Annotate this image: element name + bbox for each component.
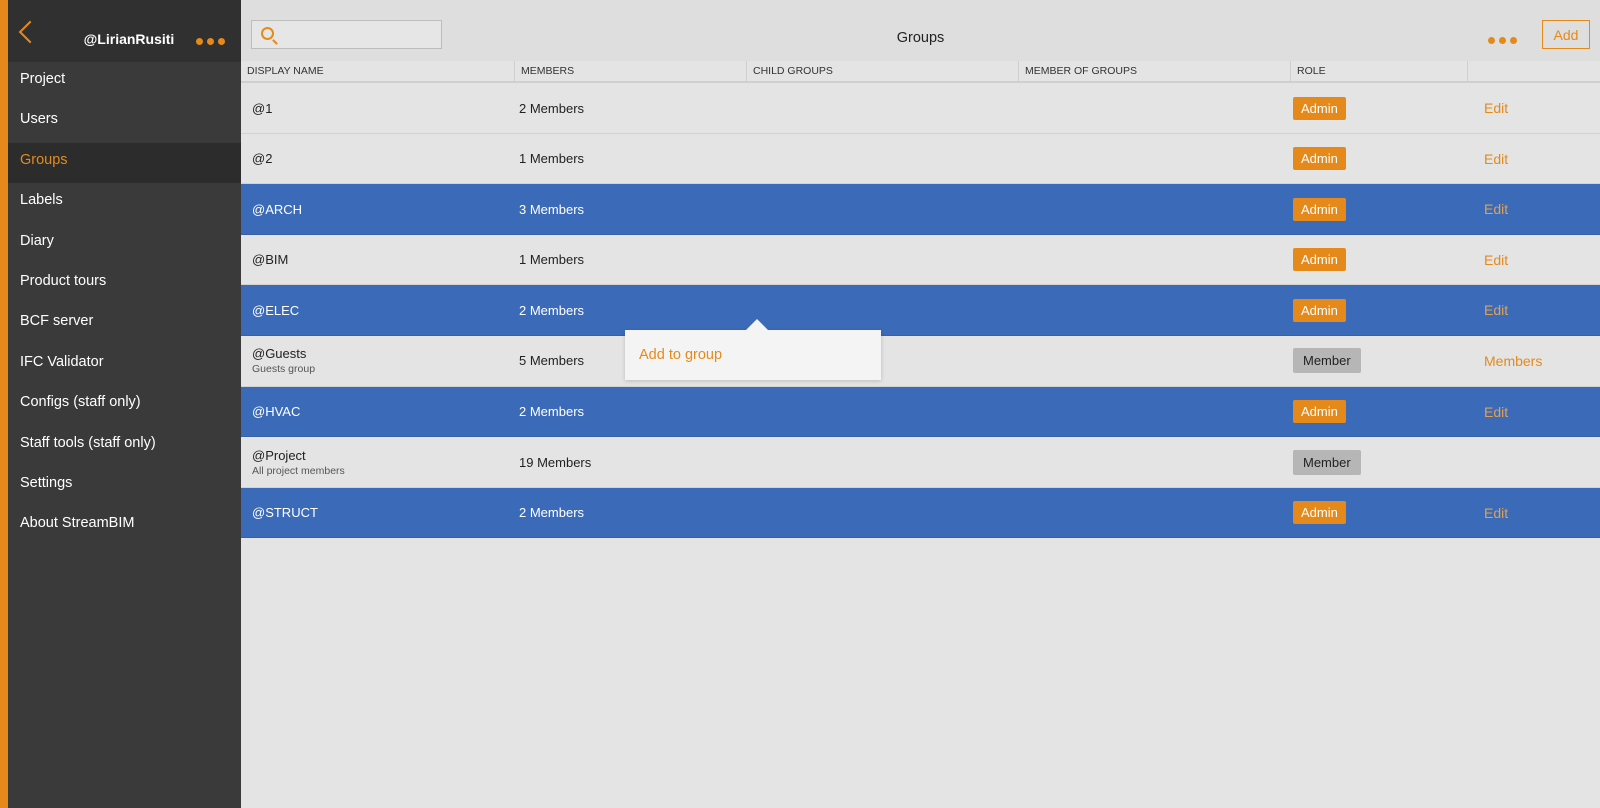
role-badge: Admin xyxy=(1293,147,1346,171)
column-header-child-groups[interactable]: CHILD GROUPS xyxy=(747,61,1019,81)
table-row[interactable]: @Project All project members 19 Members Mem… xyxy=(241,437,1600,488)
group-name-cell: @HVAC xyxy=(252,387,300,437)
more-options-icon[interactable] xyxy=(1488,37,1517,44)
sidebar-item-groups[interactable]: Groups xyxy=(8,142,241,184)
role-cell: Member xyxy=(1293,336,1361,386)
sidebar-item-project[interactable]: Project xyxy=(8,62,241,102)
group-name-cell: @Project All project members xyxy=(252,437,345,487)
edit-link[interactable]: Edit xyxy=(1484,387,1508,437)
context-popover: Add to group xyxy=(625,319,881,380)
role-badge: Member xyxy=(1293,449,1361,475)
sidebar-item-product-tours[interactable]: Product tours xyxy=(8,264,241,304)
role-cell: Admin xyxy=(1293,488,1346,538)
back-arrow-icon[interactable] xyxy=(18,20,42,44)
table-row[interactable]: @Guests Guests group 5 Members Member Member… xyxy=(241,335,1600,387)
role-badge: Admin xyxy=(1293,298,1346,322)
column-header-members[interactable]: MEMBERS xyxy=(515,61,747,81)
group-name: @STRUCT xyxy=(252,505,318,521)
members-count: 2 Members xyxy=(519,100,585,116)
edit-link[interactable]: Edit xyxy=(1484,285,1508,335)
group-name: @BIM xyxy=(252,252,289,268)
add-to-group-menu-item[interactable]: Add to group xyxy=(639,330,722,380)
role-badge: Admin xyxy=(1293,501,1346,525)
group-name: @ELEC xyxy=(252,302,300,318)
group-name-cell: @ARCH xyxy=(252,184,302,234)
edit-link[interactable]: Edit xyxy=(1484,184,1508,234)
page-title: Groups xyxy=(896,30,945,46)
sidebar-item-ifc-validator[interactable]: IFC Validator xyxy=(8,345,241,385)
role-cell: Admin xyxy=(1293,83,1346,133)
members-count: 3 Members xyxy=(519,201,585,217)
group-name-cell: @ELEC xyxy=(252,285,299,335)
edit-link[interactable]: Edit xyxy=(1484,134,1508,184)
sidebar-item-labels[interactable]: Labels xyxy=(8,183,241,223)
role-cell: Admin xyxy=(1293,134,1346,184)
group-name: @2 xyxy=(252,151,273,167)
table-row[interactable]: @ARCH 3 Members Admin Edit xyxy=(241,184,1600,235)
members-count: 19 Members xyxy=(519,454,592,470)
group-name: @Project xyxy=(252,447,306,463)
sidebar-item-settings[interactable]: Settings xyxy=(8,466,241,506)
group-name: @Guests xyxy=(252,346,307,362)
sidebar-item-staff-tools-staff-only[interactable]: Staff tools (staff only) xyxy=(8,426,241,466)
group-name-cell: @2 xyxy=(252,134,272,184)
edit-link[interactable]: Edit xyxy=(1484,488,1508,538)
group-description: Guests group xyxy=(252,363,316,376)
sidebar-item-diary[interactable]: Diary xyxy=(8,224,241,264)
members-count: 2 Members xyxy=(519,505,585,521)
role-badge: Admin xyxy=(1293,197,1346,221)
group-description: All project members xyxy=(252,464,345,477)
role-badge: Admin xyxy=(1293,400,1346,424)
members-link[interactable]: Members xyxy=(1484,336,1542,386)
column-header-display-name[interactable]: DISPLAY NAME xyxy=(241,61,515,81)
more-options-icon[interactable] xyxy=(196,38,225,45)
user-name: @LirianRusiti xyxy=(83,31,175,47)
group-name-cell: @1 xyxy=(252,83,272,133)
members-count: 1 Members xyxy=(519,151,585,167)
members-count: 1 Members xyxy=(519,252,585,268)
table-header: DISPLAY NAME MEMBERS CHILD GROUPS MEMBER… xyxy=(241,61,1600,83)
sidebar-nav: Project Users Groups Labels Diary Product tou… xyxy=(8,62,241,547)
members-count: 5 Members xyxy=(519,353,585,369)
sidebar-item-configs-staff-only[interactable]: Configs (staff only) xyxy=(8,385,241,425)
group-name: @1 xyxy=(252,100,273,116)
group-name: @ARCH xyxy=(252,201,303,217)
role-cell: Member xyxy=(1293,437,1361,487)
members-count: 2 Members xyxy=(519,404,585,420)
column-header-actions xyxy=(1468,61,1600,81)
table-row[interactable]: @HVAC 2 Members Admin Edit xyxy=(241,386,1600,438)
sidebar-item-bcf-server[interactable]: BCF server xyxy=(8,304,241,344)
edit-link[interactable]: Edit xyxy=(1484,83,1508,133)
sidebar-header: @LirianRusiti xyxy=(8,0,241,62)
groups-table: @1 2 Members Admin Edit @2 1 Members Admin Edit… xyxy=(241,83,1600,539)
role-cell: Admin xyxy=(1293,285,1346,335)
edit-link[interactable]: Edit xyxy=(1484,235,1508,285)
role-cell: Admin xyxy=(1293,184,1346,234)
column-header-member-of-groups[interactable]: MEMBER OF GROUPS xyxy=(1019,61,1291,81)
group-name-cell: @BIM xyxy=(252,235,288,285)
top-bar: Groups Add xyxy=(241,0,1600,61)
sidebar: @LirianRusiti Project Users Groups Labels Di… xyxy=(0,0,241,808)
table-row[interactable]: @ELEC 2 Members Admin Edit xyxy=(241,285,1600,336)
group-name-cell: @STRUCT xyxy=(252,488,318,538)
role-badge: Admin xyxy=(1293,248,1346,272)
column-header-role[interactable]: ROLE xyxy=(1291,61,1468,81)
role-cell: Admin xyxy=(1293,235,1346,285)
members-count: 2 Members xyxy=(519,302,585,318)
table-row[interactable]: @STRUCT 2 Members Admin Edit xyxy=(241,487,1600,539)
group-name-cell: @Guests Guests group xyxy=(252,336,315,386)
role-badge: Admin xyxy=(1293,96,1346,120)
sidebar-item-about-streambim[interactable]: About StreamBIM xyxy=(8,506,241,546)
role-badge: Member xyxy=(1293,348,1361,374)
group-name: @HVAC xyxy=(252,404,301,420)
table-row[interactable]: @BIM 1 Members Admin Edit xyxy=(241,234,1600,286)
table-row[interactable]: @1 2 Members Admin Edit xyxy=(241,83,1600,134)
sidebar-item-users[interactable]: Users xyxy=(8,102,241,142)
table-row[interactable]: @2 1 Members Admin Edit xyxy=(241,133,1600,185)
add-button[interactable]: Add xyxy=(1542,20,1590,49)
role-cell: Admin xyxy=(1293,387,1346,437)
